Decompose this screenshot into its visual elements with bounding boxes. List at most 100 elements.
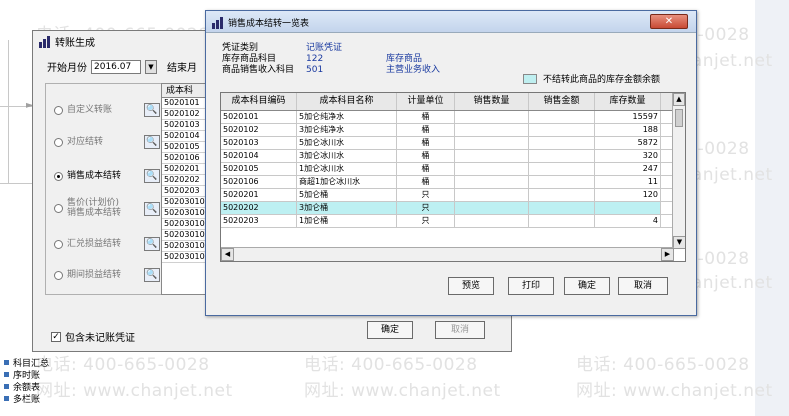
transfer-type-group: 自定义转账 🔍 对应结转 🔍 销售成本结转 🔍 售价(计划价) 销售成本结转 🔍… [45,83,163,295]
print-button[interactable]: 打印 [508,277,554,295]
list-item[interactable]: 502030105 [162,241,208,252]
table-cell-name: 1加仑冰川水 [297,163,397,175]
table-cell-unit: 桶 [397,176,455,188]
table-cell-qty [455,215,529,227]
table-cell-name: 5加仑桶 [297,189,397,201]
table-cell-unit: 只 [397,189,455,201]
table-row[interactable]: 5020102 3加仑纯净水桶 188 [221,124,685,137]
watermark-phone: 电话: 400-665-0028 [304,355,478,375]
check-icon: ✓ [51,331,61,342]
list-item[interactable]: 5020203 [162,186,208,197]
table-row[interactable]: 5020106 商超1加仑冰川水桶 11 [221,176,685,189]
table-cell-stock: 188 [595,124,661,136]
list-item[interactable]: 5020201 [162,164,208,175]
preview-button[interactable]: 预览 [448,277,494,295]
radio-sales-cost-transfer[interactable]: 销售成本结转 [54,171,121,181]
search-icon[interactable]: 🔍 [144,202,160,216]
list-item[interactable]: 5020106 [162,153,208,164]
sales-cost-transfer-window: 销售成本结转一览表 ✕ 凭证类别 记账凭证 库存商品科目 122 库存商品 商品销售收… [205,10,697,316]
table-cell-stock: 4 [595,215,661,227]
link-balance-sheet[interactable]: 余额表 [4,380,49,393]
table-row[interactable]: 5020101 5加仑纯净水桶 15597 [221,111,685,124]
window-title: 销售成本结转一览表 [212,16,309,29]
list-item[interactable]: 5020202 [162,175,208,186]
list-item[interactable]: 502030102 [162,208,208,219]
month-range-row: 开始月份 2016.07 ▼ 结束月 [47,59,197,74]
horizontal-scrollbar[interactable]: ◀ ▶ [221,247,674,261]
table-cell-amount [529,202,595,214]
voucher-type-value: 记账凭证 [306,43,343,53]
list-item[interactable]: 502030106 [162,252,208,263]
table-row[interactable]: 5020103 5加仑冰川水桶 5872 [221,137,685,150]
start-month-field[interactable]: 2016.07 [91,59,141,74]
table-cell-name: 5加仑冰川水 [297,137,397,149]
radio-custom-transfer[interactable]: 自定义转账 [54,105,112,115]
search-icon[interactable]: 🔍 [144,237,160,251]
link-journal[interactable]: 序时账 [4,368,49,381]
table-cell-name: 1加仑桶 [297,215,397,227]
table-cell-amount [529,137,595,149]
list-item[interactable]: 5020103 [162,120,208,131]
include-unposted-checkbox[interactable]: ✓ 包含未记账凭证 [51,329,135,344]
search-icon[interactable]: 🔍 [144,103,160,117]
radio-exchange-gain-loss[interactable]: 汇兑损益结转 [54,239,121,249]
list-item[interactable]: 5020101 [162,98,208,109]
table-cell-amount [529,189,595,201]
list-item[interactable]: 502030103 [162,219,208,230]
cancel-button[interactable]: 取消 [435,321,485,339]
vertical-scrollbar[interactable]: ▲ ▼ [672,93,685,249]
watermark-url: 网址: www.chanjet.net [304,381,501,401]
link-account-summary[interactable]: 科目汇总 [4,356,49,369]
table-row[interactable]: 5020105 1加仑冰川水桶 247 [221,163,685,176]
scroll-up-icon[interactable]: ▲ [673,93,685,106]
table-cell-code: 5020203 [221,215,297,227]
table-cell-amount [529,163,595,175]
scroll-left-icon[interactable]: ◀ [221,248,234,261]
table-cell-stock [595,202,661,214]
scroll-right-icon[interactable]: ▶ [661,248,674,261]
table-cell-name: 5加仑纯净水 [297,111,397,123]
watermark-phone: 电话: 400-665-0028 [36,355,210,375]
search-icon[interactable]: 🔍 [144,135,160,149]
ok-button[interactable]: 确定 [367,321,413,339]
scroll-down-icon[interactable]: ▼ [673,236,685,249]
ok-button[interactable]: 确定 [564,277,610,295]
list-item[interactable]: 5020105 [162,142,208,153]
table-row[interactable]: 5020201 5加仑桶只 120 [221,189,685,202]
radio-period-profit-loss[interactable]: 期间损益结转 [54,270,121,280]
list-item[interactable]: 5020102 [162,109,208,120]
radio-planned-price-cost-transfer[interactable]: 售价(计划价) 销售成本结转 [54,198,144,218]
table-header: 成本科目编码 成本科目名称 计量单位 销售数量 销售金额 库存数量 [221,93,685,111]
table-cell-amount [529,111,595,123]
search-icon[interactable]: 🔍 [144,169,160,183]
cost-account-code-list: 成本科 5020101 5020102 5020103 5020104 5020105 5… [161,83,209,295]
watermark-url: 网址: www.chanjet.net [36,381,233,401]
table-row[interactable]: 5020203 1加仑桶只 4 [221,215,685,228]
close-icon[interactable]: ✕ [650,14,688,29]
table-cell-qty [455,137,529,149]
no-carry-balance-checkbox[interactable]: 不结转此商品的库存金额余额 [523,72,660,85]
list-item[interactable]: 502030101 [162,197,208,208]
table-cell-unit: 桶 [397,124,455,136]
cost-transfer-table: 成本科目编码 成本科目名称 计量单位 销售数量 销售金额 库存数量 502010… [220,92,686,262]
table-cell-stock: 320 [595,150,661,162]
list-item[interactable]: 502030104 [162,230,208,241]
table-cell-stock: 11 [595,176,661,188]
chevron-down-icon[interactable]: ▼ [145,59,157,74]
app-icon [39,35,51,48]
table-cell-amount [529,124,595,136]
bullet-icon [4,395,9,401]
bullet-icon [4,371,9,377]
list-item[interactable]: 5020104 [162,131,208,142]
table-cell-qty [455,150,529,162]
radio-corresponding-transfer[interactable]: 对应结转 [54,137,103,147]
table-cell-unit: 只 [397,215,455,227]
table-cell-name: 3加仑桶 [297,202,397,214]
search-icon[interactable]: 🔍 [144,268,160,282]
table-cell-qty [455,189,529,201]
cancel-button[interactable]: 取消 [618,277,668,295]
link-multi-column-ledger[interactable]: 多栏账 [4,392,49,405]
table-cell-qty [455,202,529,214]
table-row[interactable]: 5020104 3加仑冰川水桶 320 [221,150,685,163]
table-row[interactable]: 5020202 3加仑桶只 [221,202,685,215]
